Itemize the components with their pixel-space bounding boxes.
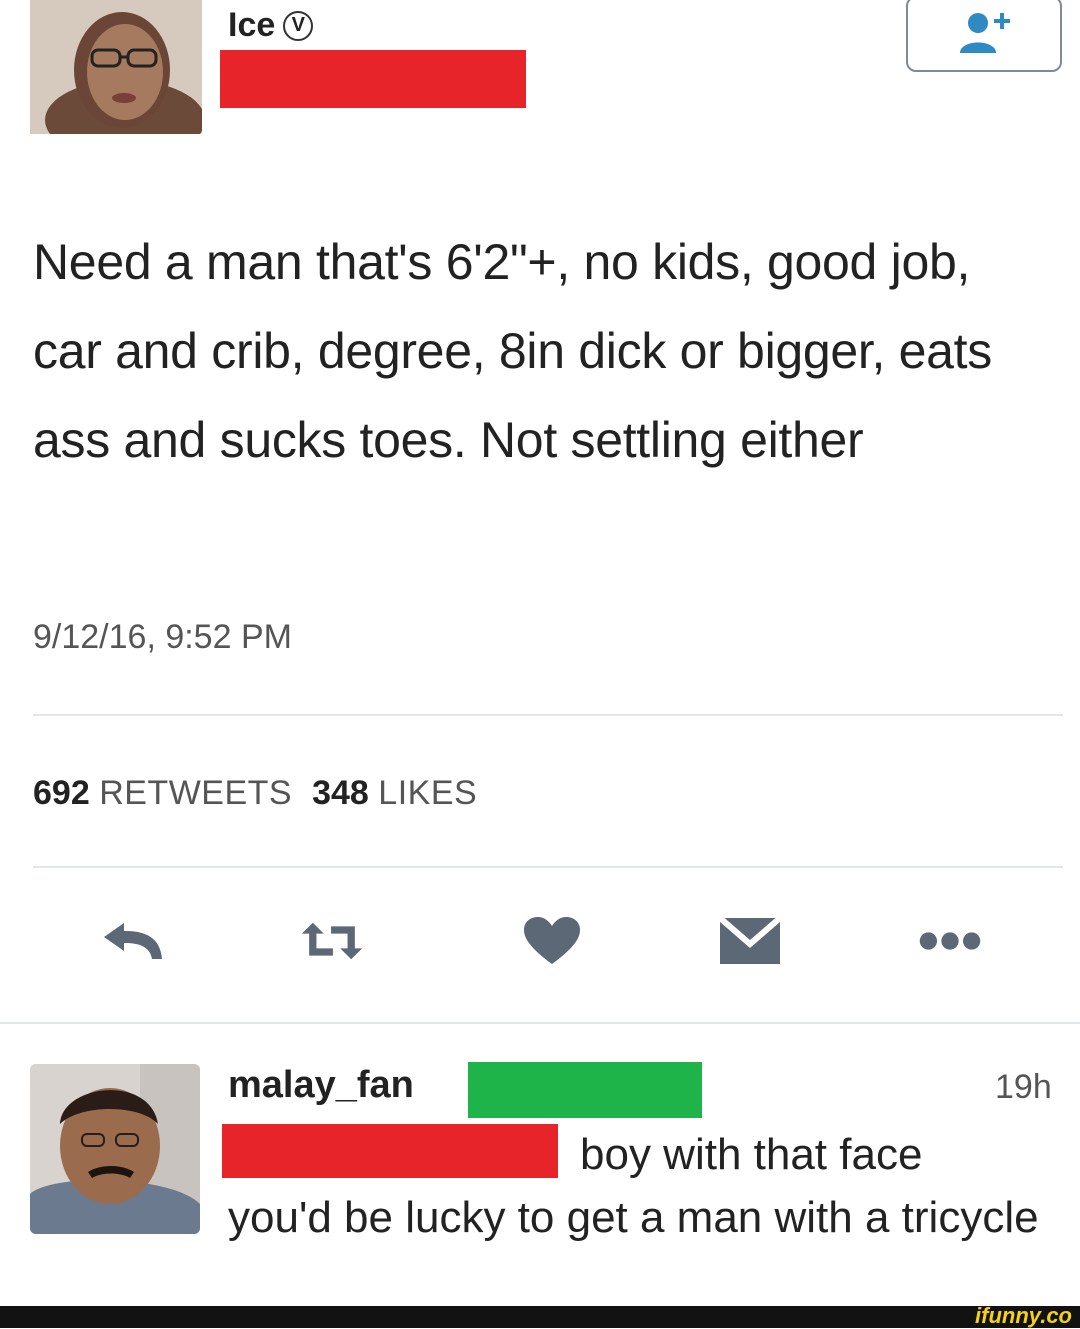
retweets-stat[interactable]: 692 RETWEETS: [33, 774, 292, 813]
divider: [0, 1022, 1080, 1024]
divider: [33, 714, 1063, 716]
display-name-row: Ice V: [228, 6, 314, 45]
retweet-icon: [301, 922, 363, 960]
likes-count: 348: [312, 774, 369, 812]
likes-stat[interactable]: 348 LIKES: [312, 774, 477, 813]
avatar[interactable]: [30, 0, 202, 134]
retweets-label: RETWEETS: [99, 774, 293, 812]
display-name[interactable]: Ice: [228, 6, 275, 45]
redacted-green-bar: [468, 1062, 702, 1118]
tweet-text: Need a man that's 6'2"+, no kids, good j…: [33, 234, 992, 468]
ifunny-logo: ifunny.co: [975, 1303, 1072, 1328]
redacted-red-bar: [222, 1124, 558, 1178]
message-button[interactable]: [718, 916, 782, 966]
reply-avatar[interactable]: [30, 1064, 200, 1234]
tweet-stats: 692 RETWEETS 348 LIKES: [33, 774, 477, 813]
reply-text-rest: you'd be lucky to get a man with a tricy…: [228, 1193, 1039, 1242]
follow-button[interactable]: [906, 0, 1062, 72]
like-button[interactable]: [520, 916, 584, 966]
reply-button[interactable]: [102, 916, 166, 966]
tweet-timestamp[interactable]: 9/12/16, 9:52 PM: [33, 618, 292, 657]
reply-username[interactable]: malay_fan: [228, 1064, 414, 1107]
more-icon: [919, 932, 981, 950]
heart-icon: [524, 917, 580, 964]
retweets-count: 692: [33, 774, 90, 812]
add-user-icon: [960, 13, 1010, 53]
reply-time[interactable]: 19h: [995, 1068, 1052, 1107]
reply-icon: [104, 923, 162, 959]
verified-badge-icon: V: [283, 10, 314, 41]
retweet-button[interactable]: [300, 916, 364, 966]
more-button[interactable]: [918, 916, 982, 966]
redacted-handle-bar: [220, 50, 526, 108]
reply-text-first-line: boy with that face: [580, 1130, 923, 1179]
watermark-bar: [0, 1306, 1080, 1328]
message-icon: [718, 916, 782, 964]
divider: [33, 866, 1063, 868]
likes-label: LIKES: [378, 774, 478, 812]
